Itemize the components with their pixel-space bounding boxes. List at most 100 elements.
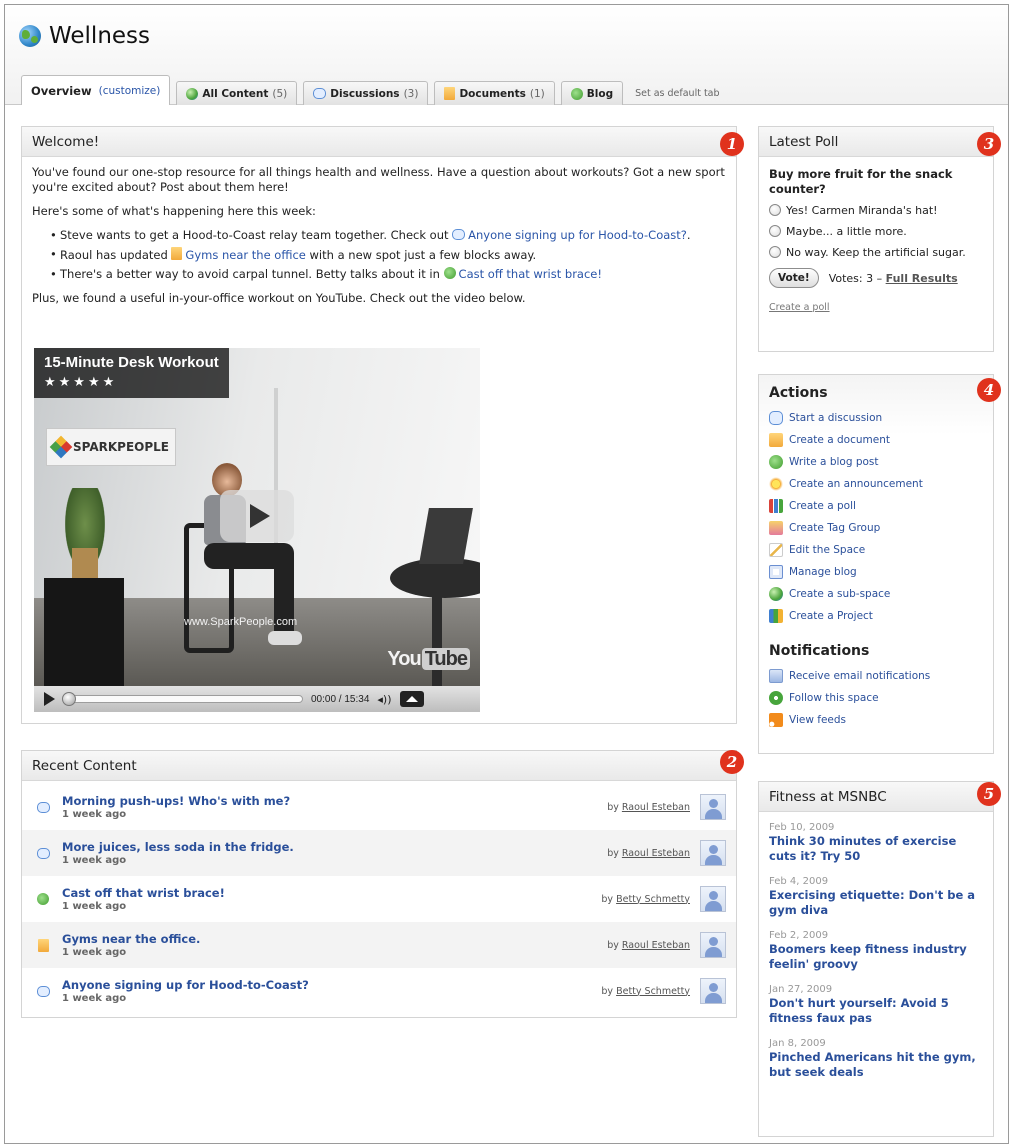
by-label: by [607,847,619,859]
seek-handle[interactable] [62,692,76,706]
action-create-sub-space[interactable]: Create a sub-space [769,583,983,605]
table-row[interactable]: Morning push-ups! Who's with me? 1 week … [22,784,736,830]
table-row[interactable]: More juices, less soda in the fridge. 1 … [22,830,736,876]
poll-icon [769,499,783,513]
video-title-overlay: 15-Minute Desk Workout ★★★★★ [34,348,229,398]
news-link[interactable]: Exercising etiquette: Don't be a gym div… [769,888,983,918]
tab-overview-label: Overview [31,83,92,98]
action-start-discussion[interactable]: Start a discussion [769,407,983,429]
link-hood-to-coast[interactable]: Anyone signing up for Hood-to-Coast? [468,228,687,242]
notify-email[interactable]: Receive email notifications [769,665,983,687]
avatar[interactable] [700,932,726,958]
table-row[interactable]: Anyone signing up for Hood-to-Coast? 1 w… [22,968,736,1014]
list-item: Jan 8, 2009 Pinched Americans hit the gy… [769,1038,983,1080]
discussion-icon [36,801,50,813]
action-create-document[interactable]: Create a document [769,429,983,451]
content-title-link[interactable]: Gyms near the office. [62,932,607,946]
avatar[interactable] [700,794,726,820]
action-label: Create an announcement [789,478,923,490]
tab-discussions[interactable]: Discussions (3) [303,81,429,105]
poll-actions: Vote! Votes: 3 – Full Results [769,268,983,288]
author-link[interactable]: Raoul Esteban [622,940,690,951]
avatar[interactable] [700,978,726,1004]
row-icon-wrap [32,893,54,905]
fullscreen-button[interactable] [399,691,424,707]
content-title-link[interactable]: More juices, less soda in the fridge. [62,840,607,854]
action-create-announcement[interactable]: Create an announcement [769,473,983,495]
video-play-overlay-icon[interactable] [220,490,294,542]
poll-option[interactable]: Maybe... a little more. [769,224,983,239]
customize-link[interactable]: (customize) [99,85,161,97]
avatar[interactable] [700,840,726,866]
by-label: by [607,939,619,951]
news-link[interactable]: Boomers keep fitness industry feelin' gr… [769,942,983,972]
list-item: Feb 10, 2009 Think 30 minutes of exercis… [769,822,983,864]
tab-all-content[interactable]: All Content (5) [176,81,298,105]
author-link[interactable]: Raoul Esteban [622,848,690,859]
action-create-poll[interactable]: Create a poll [769,495,983,517]
bullet-after: . [686,228,691,242]
poll-option[interactable]: Yes! Carmen Miranda's hat! [769,203,983,218]
tab-overview[interactable]: Overview (customize) [21,75,171,105]
author-link[interactable]: Betty Schmetty [616,894,690,905]
tab-blog[interactable]: Blog [560,81,624,105]
video-seek-bar[interactable] [62,692,303,706]
action-edit-space[interactable]: Edit the Space [769,539,983,561]
notify-follow[interactable]: Follow this space [769,687,983,709]
row-icon-wrap [32,985,54,997]
all-content-icon [186,87,199,100]
table-row[interactable]: Gyms near the office. 1 week ago by Raou… [22,922,736,968]
project-icon [769,609,783,623]
welcome-body: You've found our one-stop resource for a… [22,157,736,323]
play-button[interactable] [44,692,55,706]
vote-button[interactable]: Vote! [769,268,819,288]
action-create-tag-group[interactable]: Create Tag Group [769,517,983,539]
latest-poll-heading: Latest Poll [759,127,993,157]
poll-radio[interactable] [769,204,781,216]
avatar[interactable] [700,886,726,912]
row-main: Cast off that wrist brace! 1 week ago [62,886,601,912]
person-shoe [268,631,302,645]
content-title-link[interactable]: Anyone signing up for Hood-to-Coast? [62,978,601,992]
video-frame[interactable]: SPARKPEOPLE 15-Minute Desk Workout ★★★★★… [34,348,480,686]
table-row[interactable]: Cast off that wrist brace! 1 week ago by… [22,876,736,922]
manage-blog-icon [769,565,783,579]
recent-content-panel: Recent Content Morning push-ups! Who's w… [21,750,737,1018]
bullet-text: Raoul has updated [60,248,172,262]
full-results-link[interactable]: Full Results [886,272,958,285]
youtube-logo-tube: Tube [421,648,470,670]
author-link[interactable]: Betty Schmetty [616,986,690,997]
poll-radio[interactable] [769,246,781,258]
tab-documents-label: Documents [459,87,526,100]
notify-feeds[interactable]: View feeds [769,709,983,731]
action-manage-blog[interactable]: Manage blog [769,561,983,583]
volume-icon[interactable]: ◂)) [377,693,391,706]
video-controls: 00:00 / 15:34 ◂)) [34,686,480,712]
youtube-logo[interactable]: You Tube [386,648,470,671]
email-icon [769,669,783,683]
news-link[interactable]: Don't hurt yourself: Avoid 5 fitness fau… [769,996,983,1026]
content-title-link[interactable]: Morning push-ups! Who's with me? [62,794,607,808]
action-write-blog-post[interactable]: Write a blog post [769,451,983,473]
news-link[interactable]: Think 30 minutes of exercise cuts it? Tr… [769,834,983,864]
set-default-tab-link[interactable]: Set as default tab [635,81,719,105]
content-author: by Raoul Esteban [607,802,690,813]
author-link[interactable]: Raoul Esteban [622,802,690,813]
recent-content-list: Morning push-ups! Who's with me? 1 week … [22,781,736,1014]
poll-radio[interactable] [769,225,781,237]
content-title-link[interactable]: Cast off that wrist brace! [62,886,601,900]
link-wrist-brace[interactable]: Cast off that wrist brace! [459,267,602,281]
action-create-project[interactable]: Create a Project [769,605,983,627]
news-link[interactable]: Pinched Americans hit the gym, but seek … [769,1050,983,1080]
tab-documents[interactable]: Documents (1) [434,81,555,105]
link-gyms-near-office[interactable]: Gyms near the office [185,248,305,262]
content-time: 1 week ago [62,993,127,1004]
content-time: 1 week ago [62,855,127,866]
poll-option[interactable]: No way. Keep the artificial sugar. [769,245,983,260]
create-poll-link[interactable]: Create a poll [769,302,983,313]
document-icon [444,87,456,100]
video-pot [72,548,98,578]
document-icon [769,433,783,447]
youtube-video-player[interactable]: SPARKPEOPLE 15-Minute Desk Workout ★★★★★… [34,348,480,712]
video-rating-stars: ★★★★★ [44,375,118,390]
